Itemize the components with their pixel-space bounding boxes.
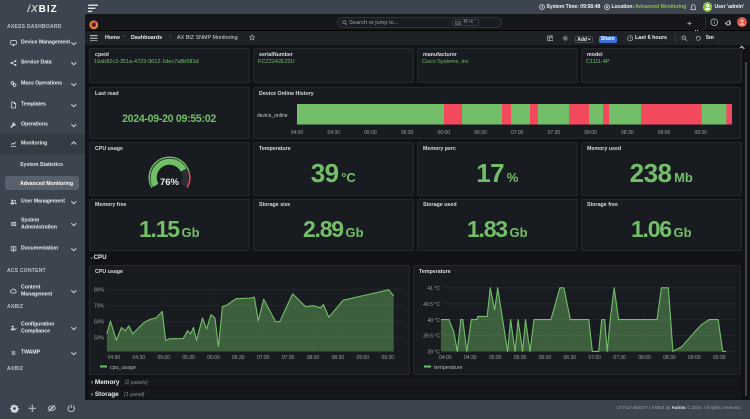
svg-text:08:30: 08:30 [663,355,676,361]
svg-text:80%: 80% [94,287,105,293]
svg-text:08:00: 08:00 [584,130,597,136]
svg-text:08:30: 08:30 [332,355,345,361]
svg-text:06:00: 06:00 [438,130,451,136]
svg-text:09:00: 09:00 [688,355,701,361]
svg-text:cpu_usage: cpu_usage [110,365,136,371]
svg-text:07:30: 07:30 [613,355,626,361]
svg-text:70%: 70% [94,303,105,309]
svg-text:41 °C: 41 °C [427,286,440,292]
svg-text:07:30: 07:30 [282,355,295,361]
svg-text:06:30: 06:30 [564,355,577,361]
svg-text:60%: 60% [94,319,105,325]
svg-text:05:30: 05:30 [401,130,414,136]
svg-text:08:00: 08:00 [307,355,320,361]
svg-text:06:30: 06:30 [232,355,245,361]
svg-text:09:30: 09:30 [694,130,707,136]
svg-text:40.5 °C: 40.5 °C [423,302,440,308]
svg-text:50%: 50% [94,335,105,341]
svg-text:39.5 °C: 39.5 °C [423,334,440,340]
svg-text:temperature: temperature [434,365,463,371]
svg-text:06:00: 06:00 [539,355,552,361]
svg-text:07:00: 07:00 [511,130,524,136]
svg-text:05:30: 05:30 [514,355,527,361]
svg-text:04:00: 04:00 [291,130,304,136]
svg-text:09:00: 09:00 [658,130,671,136]
svg-text:05:00: 05:00 [364,130,377,136]
svg-text:09:00: 09:00 [357,355,370,361]
svg-text:76%: 76% [160,177,180,188]
svg-text:04:30: 04:30 [327,130,340,136]
svg-text:04:00: 04:00 [108,355,121,361]
svg-text:07:00: 07:00 [588,355,601,361]
svg-text:device_online: device_online [257,113,288,119]
svg-text:06:30: 06:30 [474,130,487,136]
svg-text:05:00: 05:00 [157,355,170,361]
svg-text:40 °C: 40 °C [427,318,440,324]
svg-text:07:30: 07:30 [548,130,561,136]
svg-text:05:30: 05:30 [182,355,195,361]
svg-text:08:30: 08:30 [621,130,634,136]
svg-text:09:30: 09:30 [713,355,726,361]
svg-text:05:00: 05:00 [489,355,502,361]
svg-text:08:00: 08:00 [638,355,651,361]
svg-text:04:00: 04:00 [439,355,452,361]
svg-text:07:00: 07:00 [257,355,270,361]
svg-text:06:00: 06:00 [207,355,220,361]
svg-text:04:30: 04:30 [133,355,146,361]
svg-text:09:30: 09:30 [381,355,394,361]
svg-text:04:30: 04:30 [464,355,477,361]
